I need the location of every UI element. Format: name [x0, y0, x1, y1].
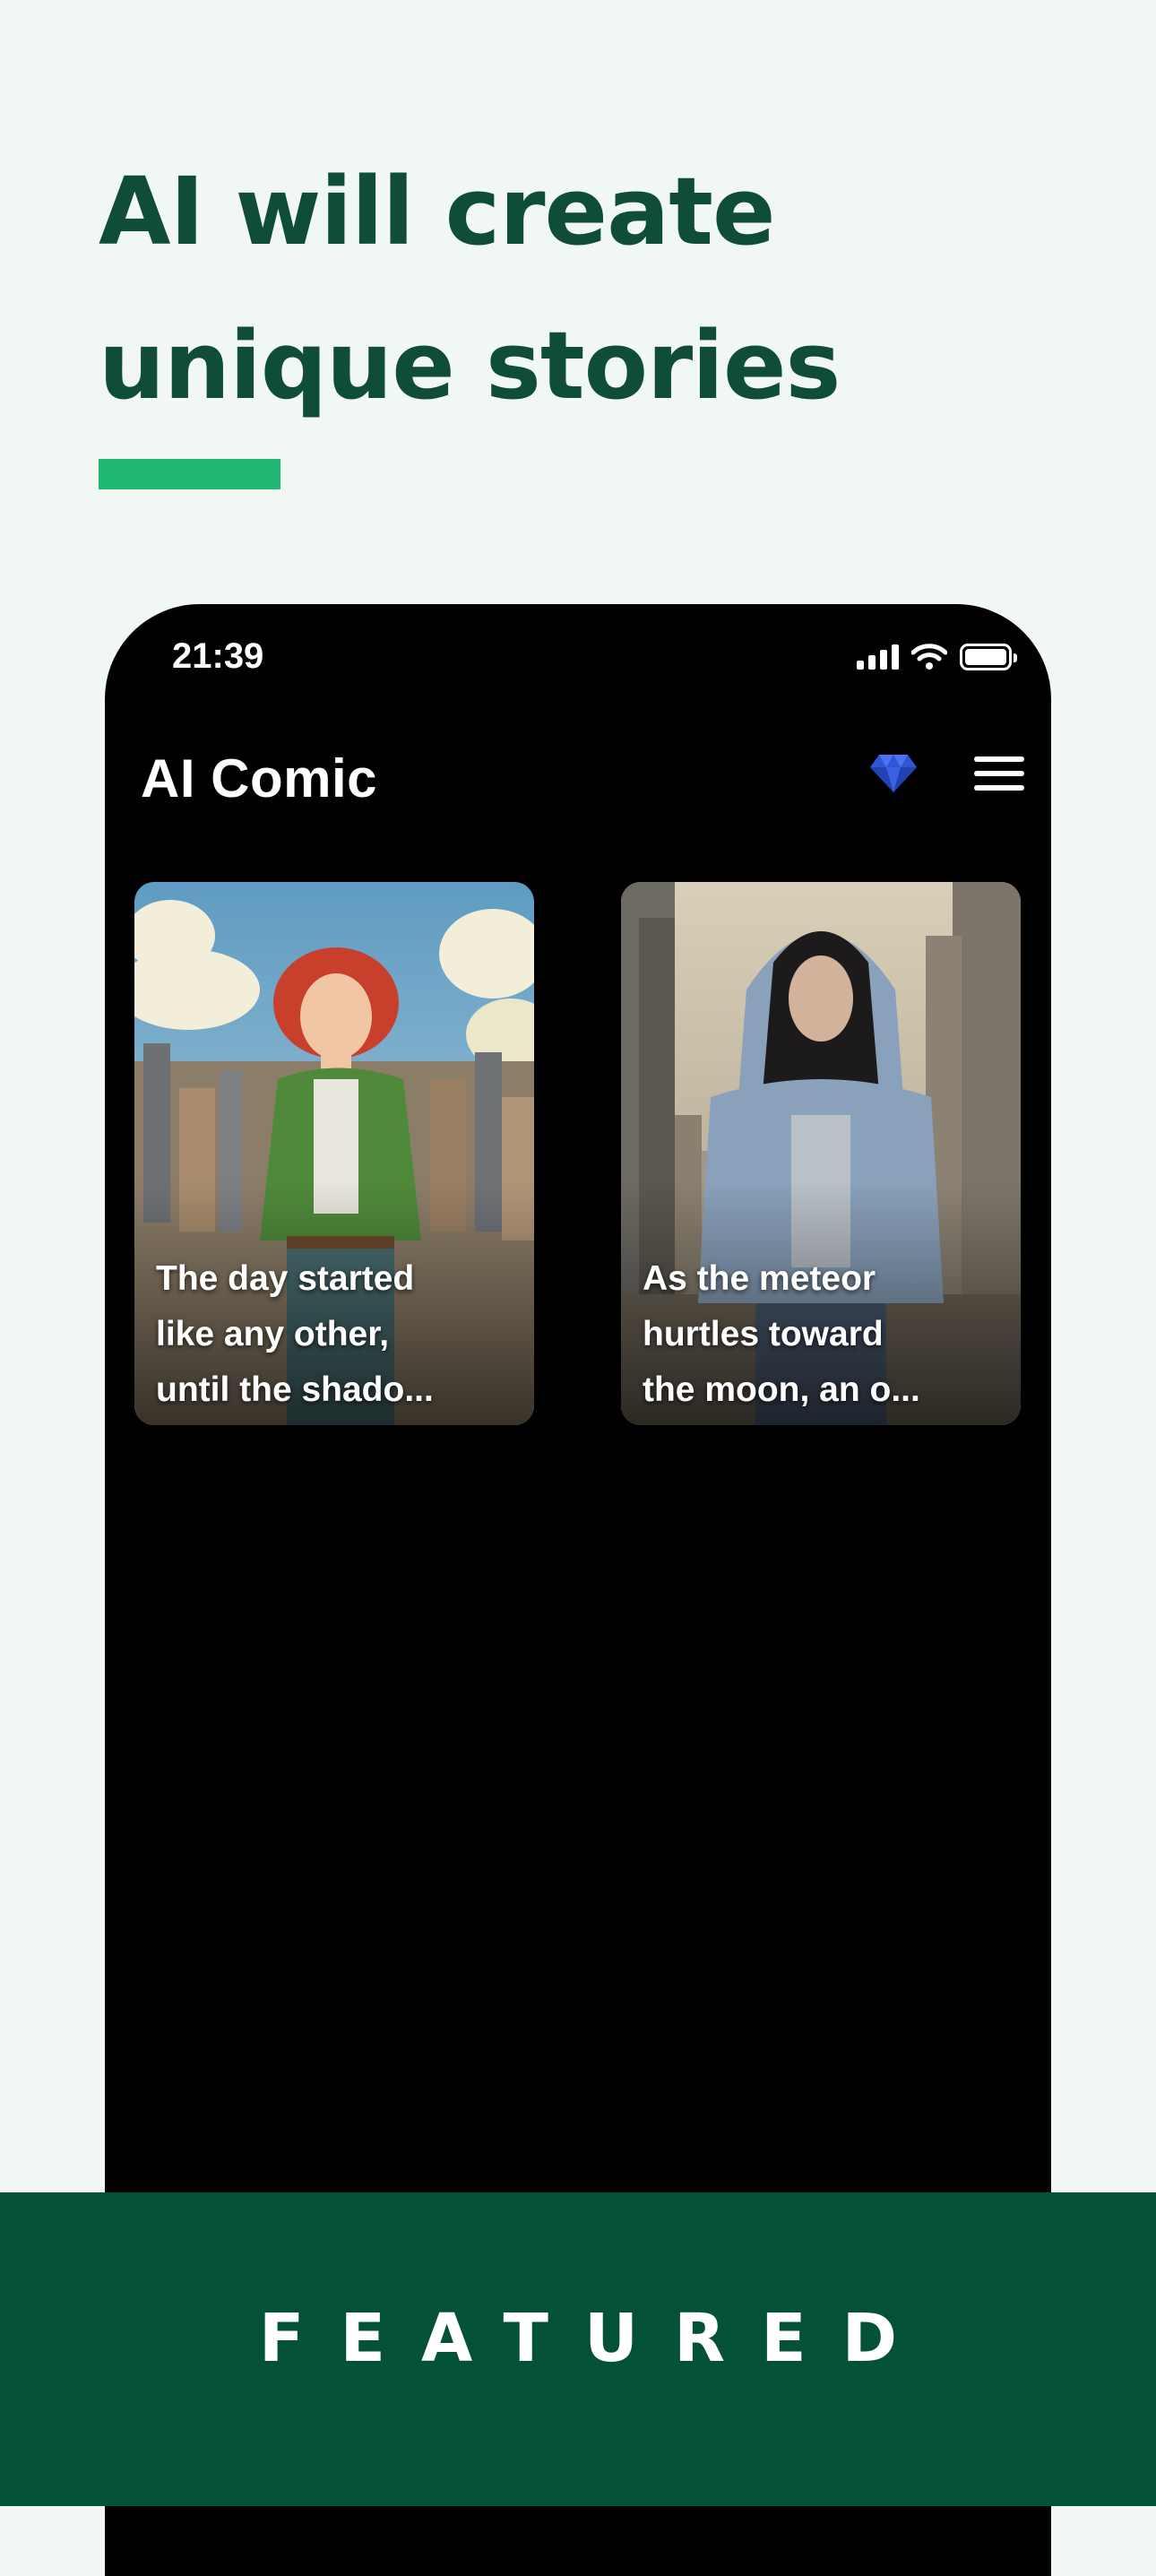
story-card[interactable]: The day started like any other, until th… [134, 882, 534, 1425]
status-icons [857, 644, 1017, 670]
featured-banner: FEATURED [0, 2192, 1156, 2506]
wifi-icon [911, 644, 947, 670]
menu-button[interactable] [974, 756, 1024, 796]
accent-bar [99, 459, 280, 489]
status-time: 21:39 [172, 636, 264, 676]
headline: AI will create unique stories [99, 134, 1084, 443]
cellular-signal-icon [857, 644, 899, 670]
premium-diamond-button[interactable] [868, 748, 919, 798]
headline-line-2: unique stories [99, 311, 841, 420]
diamond-icon [870, 755, 917, 792]
headline-line-1: AI will create [99, 157, 776, 266]
featured-label: FEATURED [258, 2300, 934, 2377]
story-card[interactable]: As the meteor hurtles toward the moon, a… [621, 882, 1021, 1425]
story-caption: As the meteor hurtles toward the moon, a… [643, 1259, 920, 1409]
app-title: AI Comic [141, 748, 378, 808]
battery-icon [960, 644, 1017, 670]
story-caption: The day started like any other, until th… [156, 1259, 434, 1409]
